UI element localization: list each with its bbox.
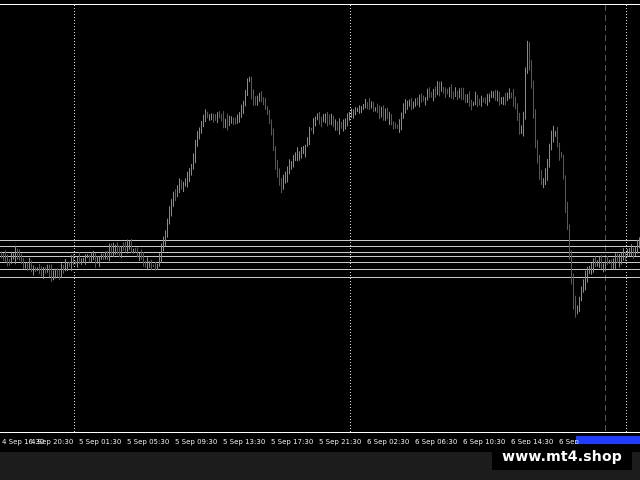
watermark: www.mt4.shop <box>492 444 632 470</box>
price-chart[interactable]: 4 Sep 16:30 4 Sep 20:30 5 Sep 01:30 5 Se… <box>0 0 640 452</box>
current-period-highlight <box>576 436 640 444</box>
chart-background <box>0 0 640 452</box>
x-tick-label: 5 Sep 13:30 <box>223 438 265 446</box>
x-tick-label: 5 Sep 01:30 <box>79 438 121 446</box>
x-tick-label: 6 Sep 06:30 <box>415 438 457 446</box>
x-tick-label: 5 Sep 21:30 <box>319 438 361 446</box>
x-tick-label: 4 Sep 20:30 <box>31 438 73 446</box>
x-tick-label: 5 Sep 05:30 <box>127 438 169 446</box>
x-tick-label: 5 Sep 09:30 <box>175 438 217 446</box>
x-tick-label: 5 Sep 17:30 <box>271 438 313 446</box>
chart-window[interactable]: 4 Sep 16:30 4 Sep 20:30 5 Sep 01:30 5 Se… <box>0 0 640 452</box>
x-tick-label: 6 Sep 02:30 <box>367 438 409 446</box>
